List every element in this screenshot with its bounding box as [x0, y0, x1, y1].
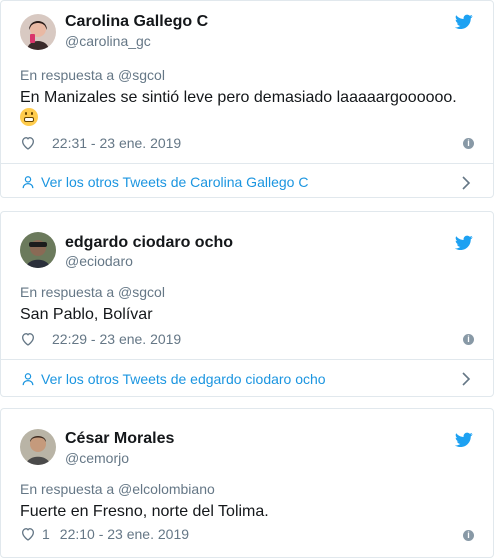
- twitter-bird-icon[interactable]: [455, 235, 473, 251]
- tweet-meta: 22:31 - 23 ene. 2019: [20, 135, 181, 151]
- info-icon[interactable]: i: [463, 530, 474, 541]
- more-tweets-link[interactable]: Ver los otros Tweets de edgardo ciodaro …: [21, 371, 326, 387]
- heart-icon[interactable]: [20, 135, 36, 151]
- timestamp[interactable]: 22:29 - 23 ene. 2019: [52, 331, 181, 347]
- info-icon[interactable]: i: [463, 334, 474, 345]
- grimacing-face-emoji-icon: [20, 108, 38, 126]
- avatar[interactable]: [20, 14, 56, 50]
- tweet-card: César Morales @cemorjo En respuesta a @e…: [0, 408, 494, 558]
- reply-to-label[interactable]: En respuesta a @sgcol: [20, 67, 165, 83]
- more-tweets-label[interactable]: Ver los otros Tweets de edgardo ciodaro …: [41, 371, 326, 387]
- tweet-card: Carolina Gallego C @carolina_gc En respu…: [0, 0, 494, 198]
- author-name[interactable]: edgardo ciodaro ocho: [65, 234, 233, 252]
- like-count: 1: [42, 526, 50, 542]
- tweet-text: Fuerte en Fresno, norte del Tolima.: [20, 503, 269, 520]
- chevron-right-icon[interactable]: [461, 372, 471, 386]
- twitter-bird-icon[interactable]: [455, 432, 473, 448]
- author-handle[interactable]: @eciodaro: [65, 253, 133, 269]
- divider: [1, 359, 493, 360]
- avatar[interactable]: [20, 232, 56, 268]
- twitter-bird-icon[interactable]: [455, 14, 473, 30]
- chevron-right-icon[interactable]: [461, 176, 471, 190]
- tweet-meta: 1 22:10 - 23 ene. 2019: [20, 526, 189, 542]
- timestamp[interactable]: 22:31 - 23 ene. 2019: [52, 135, 181, 151]
- reply-to-label[interactable]: En respuesta a @sgcol: [20, 284, 165, 300]
- author-name[interactable]: César Morales: [65, 430, 174, 448]
- tweet-text: En Manizales se sintió leve pero demasia…: [20, 87, 480, 129]
- tweet-text: San Pablo, Bolívar: [20, 306, 153, 323]
- timestamp[interactable]: 22:10 - 23 ene. 2019: [60, 526, 189, 542]
- tweet-card: edgardo ciodaro ocho @eciodaro En respue…: [0, 211, 494, 397]
- author-handle[interactable]: @carolina_gc: [65, 33, 151, 49]
- info-icon[interactable]: i: [463, 138, 474, 149]
- more-tweets-link[interactable]: Ver los otros Tweets de Carolina Gallego…: [21, 174, 308, 190]
- person-icon: [22, 373, 34, 386]
- tweet-text-content: En Manizales se sintió leve pero demasia…: [20, 89, 457, 106]
- heart-icon[interactable]: [20, 526, 36, 542]
- more-tweets-label[interactable]: Ver los otros Tweets de Carolina Gallego…: [41, 174, 308, 190]
- avatar[interactable]: [20, 429, 56, 465]
- reply-to-label[interactable]: En respuesta a @elcolombiano: [20, 481, 215, 497]
- author-name[interactable]: Carolina Gallego C: [65, 13, 208, 31]
- tweet-meta: 22:29 - 23 ene. 2019: [20, 331, 181, 347]
- person-icon: [22, 176, 34, 189]
- author-handle[interactable]: @cemorjo: [65, 450, 129, 466]
- divider: [1, 163, 493, 164]
- heart-icon[interactable]: [20, 331, 36, 347]
